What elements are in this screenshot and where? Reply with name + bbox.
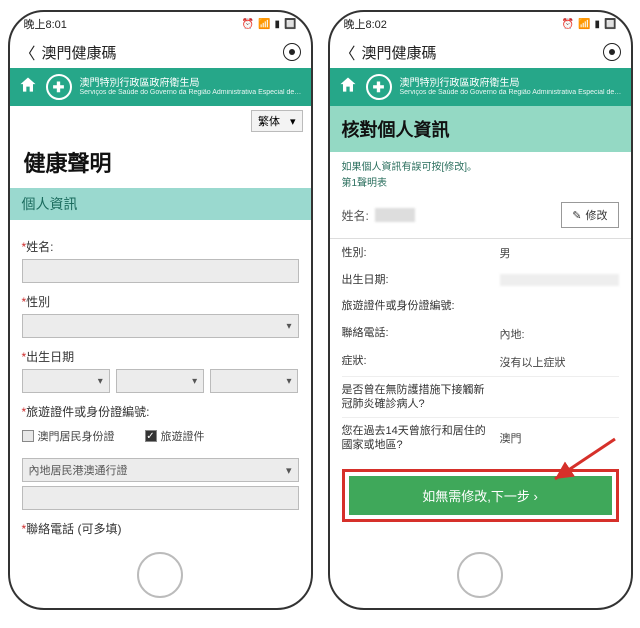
alarm-icon: ⏰ [242,19,254,30]
health-badge-icon: ✚ [366,74,392,100]
name-row: 姓名: ✎ 修改 [330,192,631,238]
status-time: 晚上8:01 [24,16,67,32]
hint-text: 如果個人資訊有誤可按[修改]。 第1聲明表 [330,152,631,192]
nav-title: 澳門健康碼 [42,42,117,63]
select-gender[interactable]: ▾ [22,314,299,338]
wifi-icon: 📶 [258,19,270,30]
language-select[interactable]: 繁体 ▾ [251,110,303,132]
agency-bar: ✚ 澳門特別行政區政府衛生局 Serviços de Saúde do Gove… [330,68,631,106]
nav-back[interactable]: 〈 澳門健康碼 [340,40,437,64]
doc-type-checks: 澳門居民身份證 ✓ 旅遊證件 [22,428,299,444]
label-gender: *性別 [22,293,299,310]
pencil-icon: ✎ [572,209,581,222]
label-phone: *聯絡電話 (可多填) [22,520,299,537]
row-phone: 聯絡電話: 內地: [342,320,619,348]
check-resident-id[interactable]: 澳門居民身份證 [22,428,115,444]
select-dob-month[interactable]: ▾ [116,369,204,393]
checkbox-checked-icon: ✓ [145,430,157,442]
nav-bar: 〈 澳門健康碼 [10,36,311,68]
label-dob: *出生日期 [22,348,299,365]
select-dob-day[interactable]: ▾ [210,369,298,393]
section-personal-info: 個人資訊 [10,188,311,220]
chevron-left-icon: 〈 [20,40,36,64]
value-dob-redacted [500,274,619,286]
lang-bar: 繁体 ▾ [10,106,311,136]
status-icons: ⏰ 📶 ▮ 🔲 [562,19,617,30]
nav-bar: 〈 澳門健康碼 [330,36,631,68]
chevron-down-icon: ▾ [286,464,292,477]
target-icon[interactable] [283,43,301,61]
status-bar: 晚上8:01 ⏰ 📶 ▮ 🔲 [10,12,311,36]
select-doc-type[interactable]: 內地居民港澳通行證▾ [22,458,299,482]
alarm-icon: ⏰ [562,19,574,30]
chevron-left-icon: 〈 [340,40,356,64]
status-icons: ⏰ 📶 ▮ 🔲 [242,19,297,30]
checkbox-icon [22,430,34,442]
row-dob: 出生日期: [342,267,619,293]
row-travel-history: 您在過去14天曾旅行和居住的國家或地區? 澳門 [342,417,619,459]
row-gender: 性別: 男 [342,239,619,267]
signal-icon: ▮ [595,19,601,30]
agency-bar: ✚ 澳門特別行政區政府衛生局 Serviços de Saúde do Gove… [10,68,311,106]
next-step-highlight: 如無需修改,下一步 › [342,469,619,522]
nav-title: 澳門健康碼 [362,42,437,63]
signal-icon: ▮ [275,19,281,30]
label-doc: *旅遊證件或身份證編號: [22,403,299,420]
form-body: *姓名: *性別 ▾ *出生日期 ▾ ▾ ▾ *旅遊證件或身份證編號: 澳門居民… [10,220,311,608]
battery-icon: 🔲 [284,19,296,30]
input-name[interactable] [22,259,299,283]
wifi-icon: 📶 [578,19,590,30]
row-symptoms: 症狀: 沒有以上症狀 [342,348,619,376]
phone-left: 晚上8:01 ⏰ 📶 ▮ 🔲 〈 澳門健康碼 ✚ 澳門特別行政區政府衛生局 Se… [8,10,313,610]
agency-text: 澳門特別行政區政府衛生局 Serviços de Saúde do Govern… [80,78,302,97]
battery-icon: 🔲 [604,19,616,30]
agency-text: 澳門特別行政區政府衛生局 Serviços de Saúde do Govern… [400,78,622,97]
status-time: 晚上8:02 [344,16,387,32]
input-doc-number[interactable] [22,486,299,510]
info-table: 性別: 男 出生日期: 旅遊證件或身份證編號: 聯絡電話: 內地: 症狀: 沒有… [330,238,631,459]
label-name: *姓名: [22,238,299,255]
phone-right: 晚上8:02 ⏰ 📶 ▮ 🔲 〈 澳門健康碼 ✚ 澳門特別行政區政府衛生局 Se… [328,10,633,610]
chevron-down-icon: ▾ [290,115,296,128]
page-heading: 健康聲明 [10,136,311,188]
home-button[interactable] [137,552,183,598]
health-badge-icon: ✚ [46,74,72,100]
home-button[interactable] [457,552,503,598]
check-travel-doc[interactable]: ✓ 旅遊證件 [145,428,205,444]
target-icon[interactable] [603,43,621,61]
value-name-redacted [375,208,415,222]
row-contact: 是否曾在無防護措施下接觸新冠肺炎確診病人? [342,376,619,418]
home-icon[interactable] [18,75,38,100]
home-icon[interactable] [338,75,358,100]
next-step-button[interactable]: 如無需修改,下一步 › [349,476,612,515]
nav-back[interactable]: 〈 澳門健康碼 [20,40,117,64]
select-dob-year[interactable]: ▾ [22,369,110,393]
label-name: 姓名: [342,207,369,224]
edit-button[interactable]: ✎ 修改 [561,202,618,228]
status-bar: 晚上8:02 ⏰ 📶 ▮ 🔲 [330,12,631,36]
verify-heading: 核對個人資訊 [330,106,631,152]
row-doc: 旅遊證件或身份證編號: [342,293,619,319]
